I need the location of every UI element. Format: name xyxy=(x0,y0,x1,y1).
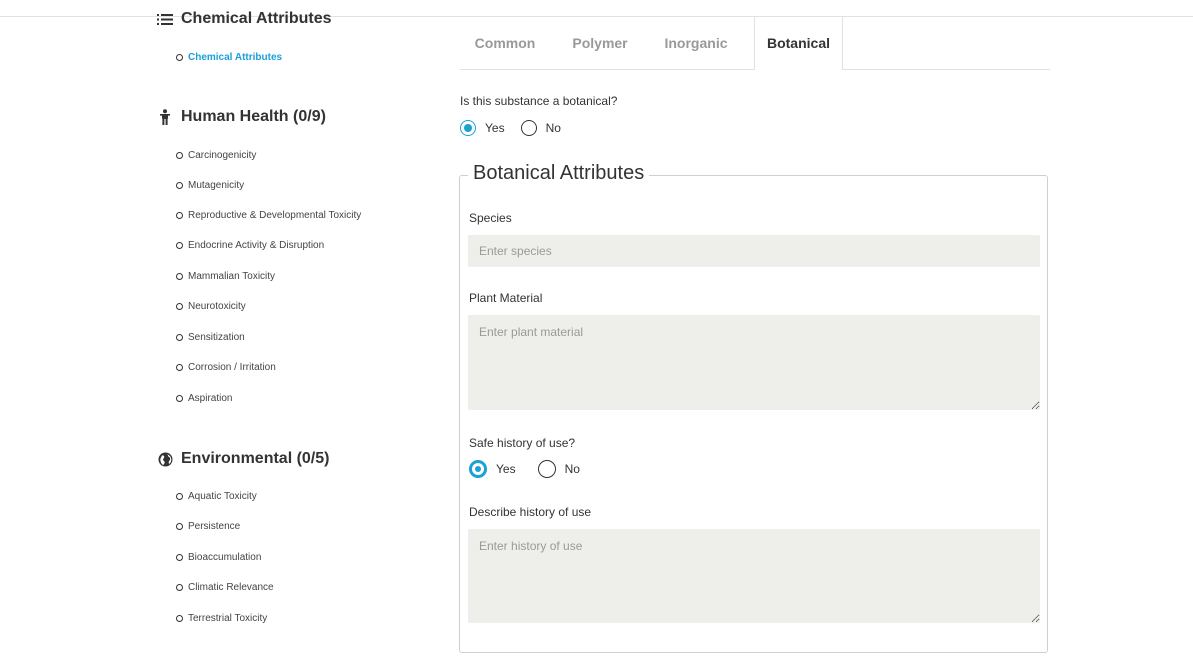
sidebar-item-sensitization[interactable]: Sensitization xyxy=(176,332,245,343)
safe-history-yes-label[interactable]: Yes xyxy=(496,462,516,476)
substance-type-tabs: Common Polymer Inorganic Botanical xyxy=(460,17,1050,70)
circle-icon xyxy=(176,273,183,280)
sidebar-item-label: Terrestrial Toxicity xyxy=(188,613,268,624)
circle-icon xyxy=(176,584,183,591)
sidebar-item-label: Carcinogenicity xyxy=(188,150,257,161)
circle-icon xyxy=(176,54,183,61)
circle-icon xyxy=(176,242,183,249)
safe-history-radio-group: Yes No xyxy=(469,460,596,478)
section-header-human-health[interactable]: Human Health (0/9) xyxy=(156,108,326,126)
section-header-label: Chemical Attributes xyxy=(181,10,332,27)
sidebar-item-terrestrial-toxicity[interactable]: Terrestrial Toxicity xyxy=(176,613,267,624)
botanical-radio-group: Yes No xyxy=(460,120,577,136)
sidebar-item-mutagenicity[interactable]: Mutagenicity xyxy=(176,180,244,191)
species-input[interactable] xyxy=(468,235,1040,267)
sidebar-item-chemical-attributes[interactable]: Chemical Attributes xyxy=(176,52,282,63)
sidebar-item-label: Mammalian Toxicity xyxy=(188,271,276,282)
sidebar-item-climatic-relevance[interactable]: Climatic Relevance xyxy=(176,582,274,593)
sidebar-item-corrosion-irritation[interactable]: Corrosion / Irritation xyxy=(176,362,276,373)
sidebar-item-neurotoxicity[interactable]: Neurotoxicity xyxy=(176,301,246,312)
sidebar-item-label: Endocrine Activity & Disruption xyxy=(188,240,325,251)
safe-history-no-radio[interactable] xyxy=(537,460,556,478)
section-header-label: Human Health (0/9) xyxy=(181,108,326,125)
circle-icon xyxy=(176,554,183,561)
sidebar-item-label: Sensitization xyxy=(188,332,245,343)
sidebar-item-mammalian-toxicity[interactable]: Mammalian Toxicity xyxy=(176,271,275,282)
section-header-chemical[interactable]: Chemical Attributes xyxy=(156,10,332,28)
safe-history-no-label[interactable]: No xyxy=(565,462,580,476)
section-header-label: Environmental (0/5) xyxy=(181,450,330,467)
sidebar-item-label: Reproductive & Developmental Toxicity xyxy=(188,210,362,221)
plant-material-textarea[interactable] xyxy=(468,315,1040,410)
history-textarea[interactable] xyxy=(468,529,1040,623)
circle-icon xyxy=(176,364,183,371)
sidebar-item-label: Aquatic Toxicity xyxy=(188,491,257,502)
tab-inorganic[interactable]: Inorganic xyxy=(652,17,740,69)
sidebar-item-reproductive-toxicity[interactable]: Reproductive & Developmental Toxicity xyxy=(176,210,361,221)
sidebar-item-endocrine-activity[interactable]: Endocrine Activity & Disruption xyxy=(176,240,324,251)
sidebar-item-aspiration[interactable]: Aspiration xyxy=(176,393,232,404)
tab-polymer[interactable]: Polymer xyxy=(560,17,640,69)
circle-icon xyxy=(176,615,183,622)
botanical-no-radio[interactable] xyxy=(520,120,537,136)
sidebar: Chemical Attributes Chemical Attributes … xyxy=(0,0,440,662)
circle-icon xyxy=(176,212,183,219)
section-header-environmental[interactable]: Environmental (0/5) xyxy=(156,450,329,468)
circle-icon xyxy=(176,182,183,189)
sidebar-item-label: Chemical Attributes xyxy=(188,52,283,63)
tab-common[interactable]: Common xyxy=(460,17,550,69)
safe-history-yes-radio[interactable] xyxy=(469,460,487,478)
tab-botanical[interactable]: Botanical xyxy=(754,17,843,70)
sidebar-item-label: Corrosion / Irritation xyxy=(188,362,276,373)
globe-icon xyxy=(156,450,174,468)
botanical-attributes-legend: Botanical Attributes xyxy=(468,162,650,185)
botanical-yes-radio[interactable] xyxy=(460,120,476,136)
sidebar-item-label: Neurotoxicity xyxy=(188,301,246,312)
sidebar-item-label: Persistence xyxy=(188,521,241,532)
sidebar-item-label: Aspiration xyxy=(188,393,233,404)
list-icon xyxy=(156,10,174,28)
circle-icon xyxy=(176,395,183,402)
botanical-yes-label[interactable]: Yes xyxy=(485,121,505,135)
plant-material-label: Plant Material xyxy=(469,291,543,305)
sidebar-item-label: Bioaccumulation xyxy=(188,552,262,563)
species-label: Species xyxy=(469,211,512,225)
circle-icon xyxy=(176,493,183,500)
circle-icon xyxy=(176,334,183,341)
sidebar-item-label: Mutagenicity xyxy=(188,180,245,191)
botanical-no-label[interactable]: No xyxy=(546,121,561,135)
circle-icon xyxy=(176,303,183,310)
sidebar-item-aquatic-toxicity[interactable]: Aquatic Toxicity xyxy=(176,491,257,502)
sidebar-item-bioaccumulation[interactable]: Bioaccumulation xyxy=(176,552,261,563)
sidebar-item-label: Climatic Relevance xyxy=(188,582,274,593)
history-label: Describe history of use xyxy=(469,505,592,519)
circle-icon xyxy=(176,523,183,530)
sidebar-item-carcinogenicity[interactable]: Carcinogenicity xyxy=(176,150,256,161)
circle-icon xyxy=(176,152,183,159)
safe-history-label: Safe history of use? xyxy=(469,436,576,450)
botanical-question-label: Is this substance a botanical? xyxy=(460,94,618,108)
sidebar-item-persistence[interactable]: Persistence xyxy=(176,521,240,532)
person-icon xyxy=(156,108,174,126)
